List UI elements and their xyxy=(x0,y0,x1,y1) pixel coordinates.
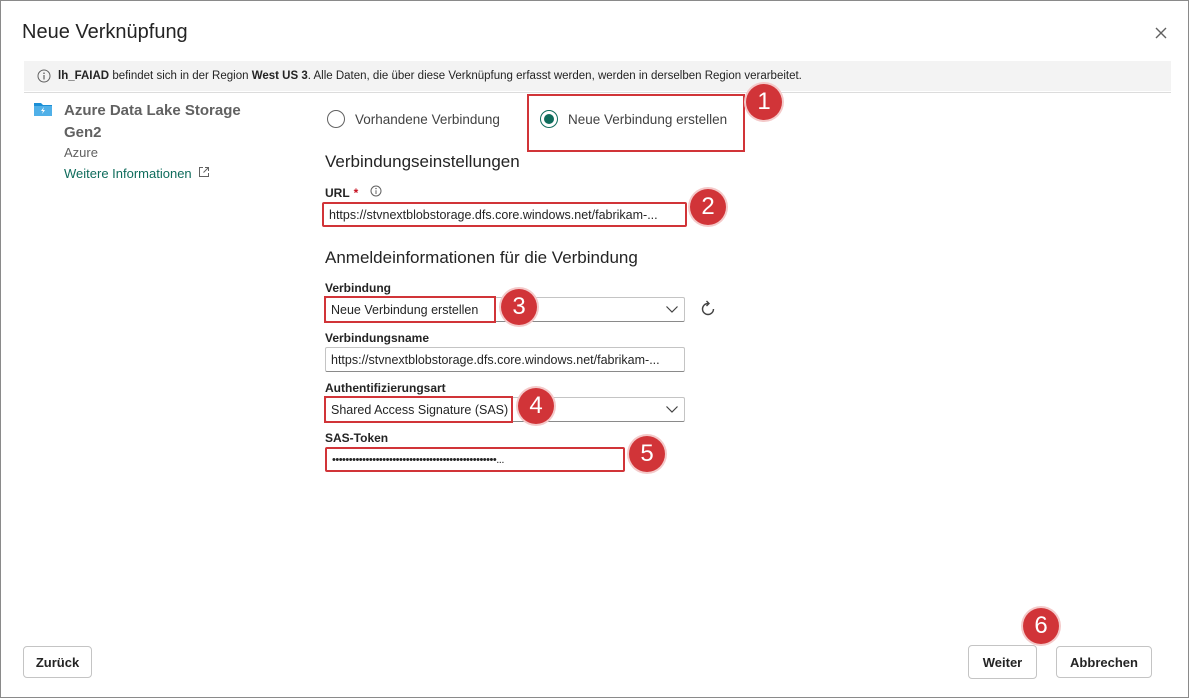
adls-gen2-icon xyxy=(33,100,53,117)
learn-more-link[interactable]: Weitere Informationen xyxy=(64,166,210,181)
connection-settings-heading: Verbindungseinstellungen xyxy=(325,152,520,171)
credentials-heading: Anmeldeinformationen für die Verbindung xyxy=(325,248,638,267)
learn-more-label: Weitere Informationen xyxy=(64,166,192,181)
url-input[interactable]: https://stvnextblobstorage.dfs.core.wind… xyxy=(322,202,687,227)
callout-badge-6: 6 xyxy=(1023,608,1059,644)
callout-badge-3: 3 xyxy=(501,289,537,325)
callout-badge-1: 1 xyxy=(746,84,782,120)
connection-label: Verbindung xyxy=(325,281,391,295)
source-name: Azure Data Lake Storage Gen2 xyxy=(64,102,241,141)
info-icon xyxy=(37,69,51,83)
radio-existing-connection[interactable]: Vorhandene Verbindung xyxy=(327,110,500,128)
info-text-a: befindet sich in der Region xyxy=(109,70,252,82)
highlight-box-4 xyxy=(324,396,513,423)
url-info-icon[interactable] xyxy=(370,185,382,200)
callout-badge-2: 2 xyxy=(690,189,726,225)
region-name: West US 3 xyxy=(251,70,308,82)
divider xyxy=(24,92,1171,93)
source-category: Azure xyxy=(64,145,98,160)
radio-circle-selected xyxy=(540,110,558,128)
dialog: Neue Verknüpfung lh_FAIAD befindet sich … xyxy=(0,0,1189,698)
auth-kind-label: Authentifizierungsart xyxy=(325,381,446,395)
chevron-down-icon xyxy=(665,303,679,317)
connection-name-input[interactable]: https://stvnextblobstorage.dfs.core.wind… xyxy=(325,347,685,372)
back-button[interactable]: Zurück xyxy=(23,646,92,678)
radio-new-label: Neue Verbindung erstellen xyxy=(568,111,728,127)
close-icon[interactable] xyxy=(1151,23,1171,43)
sas-token-input[interactable]: ••••••••••••••••••••••••••••••••••••••••… xyxy=(325,447,625,472)
next-button[interactable]: Weiter xyxy=(968,645,1037,679)
url-label: URL xyxy=(325,185,350,200)
url-label-row: URL * xyxy=(325,185,382,200)
connection-name-label: Verbindungsname xyxy=(325,331,430,345)
refresh-icon[interactable] xyxy=(698,299,718,319)
radio-existing-label: Vorhandene Verbindung xyxy=(355,111,500,127)
callout-badge-5: 5 xyxy=(629,436,665,472)
callout-badge-4: 4 xyxy=(518,388,554,424)
region-info-bar: lh_FAIAD befindet sich in der Region Wes… xyxy=(24,61,1171,91)
lakehouse-name: lh_FAIAD xyxy=(58,70,110,82)
cancel-button[interactable]: Abbrechen xyxy=(1056,646,1152,678)
highlight-box-3 xyxy=(324,296,496,323)
radio-circle xyxy=(327,110,345,128)
external-link-icon xyxy=(198,166,210,181)
chevron-down-icon xyxy=(665,403,679,417)
radio-new-connection[interactable]: Neue Verbindung erstellen xyxy=(540,110,727,128)
info-text-b: . Alle Daten, die über diese Verknüpfung… xyxy=(307,70,802,82)
sas-token-label: SAS-Token xyxy=(325,431,389,445)
required-marker: * xyxy=(353,185,359,200)
dialog-title: Neue Verknüpfung xyxy=(22,21,188,43)
